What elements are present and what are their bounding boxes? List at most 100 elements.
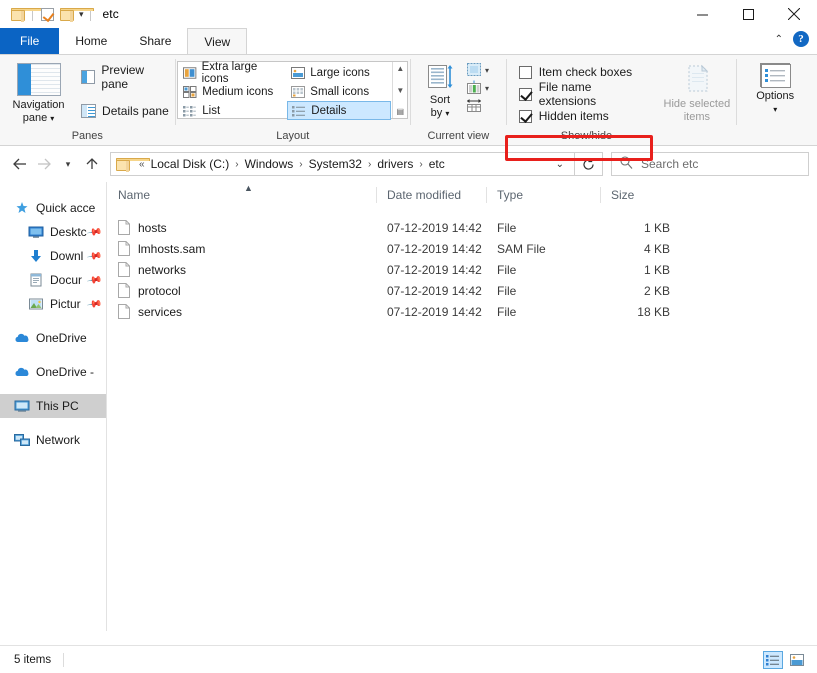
sidebar-item-quick-access[interactable]: Quick acce [0,196,106,220]
layout-large-icons[interactable]: Large icons [287,63,391,82]
hide-selected-items-icon [680,63,714,95]
extra-large-icons-icon [183,67,196,79]
table-row[interactable]: services 07-12-2019 14:42 File 18 KB [107,301,817,322]
breadcrumb-etc[interactable]: etc [427,157,447,171]
minimize-icon[interactable] [679,0,725,28]
layout-extra-large-icons-label: Extra large icons [202,61,284,85]
small-icons-icon [291,86,305,98]
ribbon-group-panes: Navigation pane ▾ Preview pane Details p… [0,55,175,145]
column-header-type[interactable]: Type [486,182,600,208]
forward-button [32,152,56,176]
add-columns-caret-icon[interactable]: ▾ [485,66,489,75]
layout-medium-icons[interactable]: Medium icons [179,82,287,101]
layout-small-icons[interactable]: Small icons [287,82,391,101]
sidebar-item-downloads[interactable]: Downl 📌 [0,244,106,268]
sidebar-item-documents[interactable]: Docur 📌 [0,268,106,292]
address-input[interactable]: « Local Disk (C:) › Windows › System32 ›… [110,152,575,176]
address-dropdown-chevron-icon[interactable]: ⌄ [548,159,572,170]
layout-details[interactable]: Details [287,101,391,120]
search-input[interactable]: Search etc [611,152,809,176]
sidebar-item-network[interactable]: Network [0,428,106,452]
up-button[interactable] [80,152,104,176]
navigation-pane: Quick acce Desktc 📌 Downl 📌 Docur 📌 Pict… [0,182,107,631]
back-button[interactable] [8,152,32,176]
tab-share[interactable]: Share [123,28,187,54]
column-header-date-modified[interactable]: Date modified [376,182,486,208]
breadcrumb-windows[interactable]: Windows [243,157,296,171]
collapse-ribbon-chevron-icon[interactable]: ⌃ [775,34,783,45]
details-pane-icon [81,104,96,118]
gallery-scroll-down-icon[interactable]: ▼ [396,86,404,95]
breadcrumb-sep-1[interactable]: › [231,159,242,170]
column-header-size[interactable]: Size [600,182,684,208]
refresh-button[interactable] [575,152,603,176]
layout-gallery-scrollbar[interactable]: ▲ ▼ ▤ [392,62,407,118]
table-row[interactable]: lmhosts.sam 07-12-2019 14:42 SAM File 4 … [107,238,817,259]
sort-columns-button[interactable]: ▾ [465,80,489,96]
options-button[interactable]: Options ▾ [737,59,813,116]
ribbon-group-show-hide: Item check boxes File name extensions Hi… [507,55,736,145]
customize-qat-chevron-icon[interactable]: ▾ [77,10,86,19]
file-list-pane: Name ▲ Date modified Type Size hosts 07-… [107,182,817,631]
close-icon[interactable] [771,0,817,28]
breadcrumb-local-disk[interactable]: Local Disk (C:) [149,157,232,171]
options-caret-icon[interactable]: ▾ [756,103,794,116]
details-view-button[interactable] [763,651,783,669]
navigation-pane-caret-icon[interactable]: ▾ [50,114,54,123]
layout-list[interactable]: List [179,101,287,120]
tab-home[interactable]: Home [59,28,123,54]
file-icon [118,283,130,298]
sort-ascending-caret-icon: ▲ [244,183,253,193]
file-date-cell: 07-12-2019 14:42 [376,284,486,298]
sidebar-item-this-pc[interactable]: This PC [0,394,106,418]
gallery-expand-icon[interactable]: ▤ [397,107,405,116]
layout-extra-large-icons[interactable]: Extra large icons [179,63,287,82]
maximize-icon[interactable] [725,0,771,28]
breadcrumb-system32[interactable]: System32 [307,157,364,171]
breadcrumb-sep-2[interactable]: › [295,159,306,170]
gallery-scroll-up-icon[interactable]: ▲ [396,64,404,73]
file-name-text: protocol [138,284,181,298]
column-header-name[interactable]: Name ▲ [107,182,376,208]
file-name-text: networks [138,263,186,277]
help-icon[interactable]: ? [793,31,809,47]
hidden-items-checkbox[interactable] [519,110,532,123]
item-check-boxes-checkbox[interactable] [519,66,532,79]
table-row[interactable]: hosts 07-12-2019 14:42 File 1 KB [107,217,817,238]
table-row[interactable]: networks 07-12-2019 14:42 File 1 KB [107,259,817,280]
breadcrumb-sep-3[interactable]: › [364,159,375,170]
file-name-extensions-checkbox[interactable] [519,88,532,101]
preview-pane-button[interactable]: Preview pane [77,65,175,89]
folder-icon[interactable] [8,4,28,24]
file-size-cell: 4 KB [600,242,684,256]
sidebar-item-pictures[interactable]: Pictur 📌 [0,292,106,316]
sort-by-caret-icon[interactable]: ▾ [445,109,449,118]
sort-by-button[interactable]: Sort by ▾ [415,59,465,120]
navigation-pane-button[interactable]: Navigation pane ▾ [4,59,73,125]
options-label: Options [756,90,794,103]
file-date-cell: 07-12-2019 14:42 [376,221,486,235]
file-name-extensions-option[interactable]: File name extensions [517,83,644,105]
properties-icon[interactable] [37,4,57,24]
add-columns-button[interactable]: ▾ [465,62,489,78]
breadcrumb-sep-4[interactable]: › [415,159,426,170]
tab-view[interactable]: View [187,28,247,54]
file-size-cell: 2 KB [600,284,684,298]
large-icons-view-button[interactable] [787,651,807,669]
hidden-items-option[interactable]: Hidden items [517,105,644,127]
sidebar-item-onedrive[interactable]: OneDrive [0,326,106,350]
sort-columns-caret-icon[interactable]: ▾ [485,84,489,93]
table-row[interactable]: protocol 07-12-2019 14:42 File 2 KB [107,280,817,301]
file-icon [118,220,130,235]
tab-file[interactable]: File [0,28,59,54]
new-folder-icon[interactable] [57,4,77,24]
breadcrumb-drivers[interactable]: drivers [375,157,415,171]
sidebar-item-onedrive-business[interactable]: OneDrive - [0,360,106,384]
sidebar-item-desktop[interactable]: Desktc 📌 [0,220,106,244]
size-all-columns-button[interactable] [465,98,489,114]
item-check-boxes-label: Item check boxes [539,65,632,79]
main-area: Quick acce Desktc 📌 Downl 📌 Docur 📌 Pict… [0,182,817,631]
recent-locations-chevron-icon[interactable]: ▾ [56,152,80,176]
search-placeholder: Search etc [641,157,698,171]
details-pane-button[interactable]: Details pane [77,99,175,123]
